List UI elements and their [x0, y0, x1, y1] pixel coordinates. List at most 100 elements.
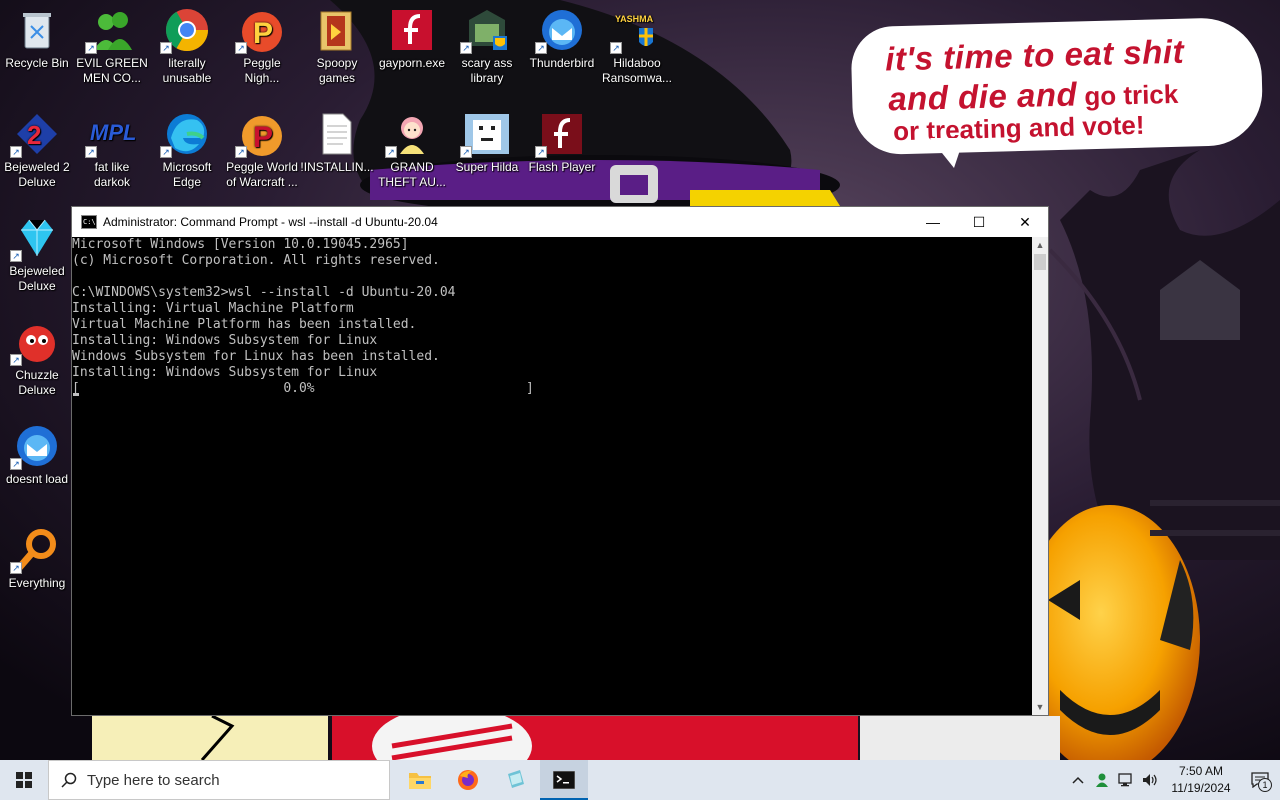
desktop-icon-yashma[interactable]: YASHMA ↗ Hildaboo Ransomwa... — [600, 6, 674, 86]
search-placeholder: Type here to search — [87, 771, 220, 789]
desktop-icon-recycle-bin[interactable]: Recycle Bin — [0, 6, 74, 71]
speech-bubble: it's time to eat shit and die and go tri… — [850, 16, 1264, 156]
anime-girl-icon: ↗ — [385, 110, 436, 158]
desktop-icon-green-men[interactable]: ↗ EVIL GREEN MEN CO... — [75, 6, 149, 86]
speech-bubble-tail — [930, 138, 964, 168]
minimize-button[interactable]: — — [910, 207, 956, 237]
desktop-icon-diamond[interactable]: ↗ Bejeweled Deluxe — [0, 214, 74, 294]
taskbar-command-prompt[interactable] — [540, 760, 588, 800]
taskbar-file-explorer[interactable] — [396, 760, 444, 800]
wallpaper-yellow-panel — [92, 714, 328, 761]
shortcut-arrow-icon: ↗ — [160, 42, 172, 54]
edge-icon: ↗ — [160, 110, 211, 158]
shortcut-arrow-icon: ↗ — [535, 146, 547, 158]
desktop-icon-text-file[interactable]: !INSTALLIN... — [300, 110, 374, 175]
desktop-icon-library[interactable]: ↗ scary ass library — [450, 6, 524, 86]
desktop-icon-flash[interactable]: gayporn.exe — [375, 6, 449, 71]
taskbar-firefox[interactable] — [444, 760, 492, 800]
desktop-icon-peggle-wow[interactable]: P ↗ Peggle World of Warcraft ... — [225, 110, 299, 190]
desktop-icon-label: doesnt load — [5, 472, 69, 486]
desktop-icon-label: Microsoft Edge — [162, 160, 212, 189]
desktop-icon-chrome[interactable]: ↗ literally unusable — [150, 6, 224, 86]
action-center-button[interactable]: 1 — [1240, 760, 1280, 800]
shortcut-arrow-icon: ↗ — [460, 146, 472, 158]
shortcut-arrow-icon: ↗ — [610, 42, 622, 54]
desktop-icon-label: Hildaboo Ransomwa... — [601, 56, 673, 85]
clock-date: 11/19/2024 — [1171, 781, 1231, 795]
cmd-icon — [553, 771, 575, 789]
window-titlebar[interactable]: C:\ Administrator: Command Prompt - wsl … — [72, 207, 1048, 237]
desktop-icon-label: EVIL GREEN MEN CO... — [76, 56, 148, 85]
everything-icon: ↗ — [10, 526, 61, 574]
text-file-icon — [313, 110, 361, 158]
desktop-icon-folder[interactable]: Spoopy games — [300, 6, 374, 86]
maximize-button[interactable]: ☐ — [956, 207, 1002, 237]
flash-icon — [388, 6, 436, 54]
svg-text:YASHMA: YASHMA — [615, 14, 654, 24]
desktop-icon-label: Bejeweled 2 Deluxe — [4, 160, 70, 189]
desktop-icon-label: GRAND THEFT AU... — [378, 160, 446, 189]
firefox-icon — [458, 770, 478, 790]
taskbar: Type here to search 7:50 AM 11/19/2024 1 — [0, 760, 1280, 800]
network-icon — [1118, 773, 1132, 787]
volume-icon — [1143, 774, 1157, 786]
desktop-icon-label: Recycle Bin — [5, 56, 69, 70]
desktop-icon-everything[interactable]: ↗ Everything — [0, 526, 74, 591]
desktop-icon-label: Bejeweled Deluxe — [9, 264, 65, 293]
taskbar-search-box[interactable]: Type here to search — [48, 760, 390, 800]
recycle-bin-icon — [13, 6, 61, 54]
show-hidden-icons-button[interactable] — [1066, 760, 1090, 800]
scroll-down-arrow-icon[interactable]: ▼ — [1032, 699, 1048, 715]
thunderbird-icon: ↗ — [535, 6, 586, 54]
notification-count-badge: 1 — [1258, 778, 1272, 792]
command-prompt-window[interactable]: C:\ Administrator: Command Prompt - wsl … — [71, 206, 1049, 716]
shortcut-arrow-icon: ↗ — [385, 146, 397, 158]
desktop-icon-mpl[interactable]: MPL ↗ fat like darkok — [75, 110, 149, 190]
desktop-icon-chuzzle[interactable]: ↗ Chuzzle Deluxe — [0, 318, 74, 398]
console-line: Installing: Windows Subsystem for Linux — [72, 333, 378, 348]
desktop-icon-label: Peggle Nigh... — [243, 56, 281, 85]
desktop-icon-bejeweled2[interactable]: 2 ↗ Bejeweled 2 Deluxe — [0, 110, 74, 190]
thunderbird-icon: ↗ — [10, 422, 61, 470]
desktop-icon-thunderbird[interactable]: ↗ doesnt load — [0, 422, 74, 487]
start-button[interactable] — [0, 760, 48, 800]
tray-volume[interactable] — [1138, 760, 1162, 800]
chevron-up-icon — [1072, 776, 1084, 784]
desktop-icon-label: Chuzzle Deluxe — [15, 368, 59, 397]
scroll-up-arrow-icon[interactable]: ▲ — [1032, 237, 1048, 253]
tray-network[interactable] — [1114, 760, 1138, 800]
desktop-icon-anime-girl[interactable]: ↗ GRAND THEFT AU... — [375, 110, 449, 190]
desktop-icon-edge[interactable]: ↗ Microsoft Edge — [150, 110, 224, 190]
taskbar-clock[interactable]: 7:50 AM 11/19/2024 — [1162, 763, 1240, 797]
notepad-icon — [508, 770, 524, 788]
console-line: Virtual Machine Platform has been instal… — [72, 317, 417, 332]
console-line: (c) Microsoft Corporation. All rights re… — [72, 253, 440, 268]
clock-time: 7:50 AM — [1178, 764, 1224, 778]
vertical-scrollbar[interactable]: ▲ ▼ — [1032, 237, 1048, 715]
taskbar-notepad[interactable] — [492, 760, 540, 800]
desktop-icon-thunderbird[interactable]: ↗ Thunderbird — [525, 6, 599, 71]
peggle-icon: P ↗ — [235, 6, 286, 54]
shortcut-arrow-icon: ↗ — [460, 42, 472, 54]
console-line: Installing: Virtual Machine Platform — [72, 301, 354, 316]
system-tray: 7:50 AM 11/19/2024 1 — [1066, 760, 1280, 800]
scrollbar-thumb[interactable] — [1034, 254, 1046, 270]
desktop-icon-peggle[interactable]: P ↗ Peggle Nigh... — [225, 6, 299, 86]
wallpaper-stripes — [372, 706, 532, 786]
tray-people[interactable] — [1090, 760, 1114, 800]
bubble-text-line2-plain: go trick — [1076, 78, 1179, 112]
close-button[interactable]: ✕ — [1002, 207, 1048, 237]
desktop-icon-label: Spoopy games — [316, 56, 358, 85]
bubble-text-line1: it's time to eat shit — [884, 32, 1185, 78]
desktop-icon-label: scary ass library — [461, 56, 513, 85]
desktop-icon-flash-player[interactable]: ↗ Flash Player — [525, 110, 599, 175]
desktop-icon-label: gayporn.exe — [378, 56, 446, 70]
shortcut-arrow-icon: ↗ — [235, 42, 247, 54]
desktop-icon-super-hilda[interactable]: ↗ Super Hilda — [450, 110, 524, 175]
window-controls: — ☐ ✕ — [910, 207, 1048, 237]
console-output[interactable]: Microsoft Windows [Version 10.0.19045.29… — [72, 237, 1032, 715]
cmd-app-icon[interactable]: C:\ — [81, 215, 97, 229]
console-line: Installing: Windows Subsystem for Linux — [72, 365, 378, 380]
wallpaper-doodle — [200, 714, 235, 761]
diamond-icon: ↗ — [10, 214, 61, 262]
